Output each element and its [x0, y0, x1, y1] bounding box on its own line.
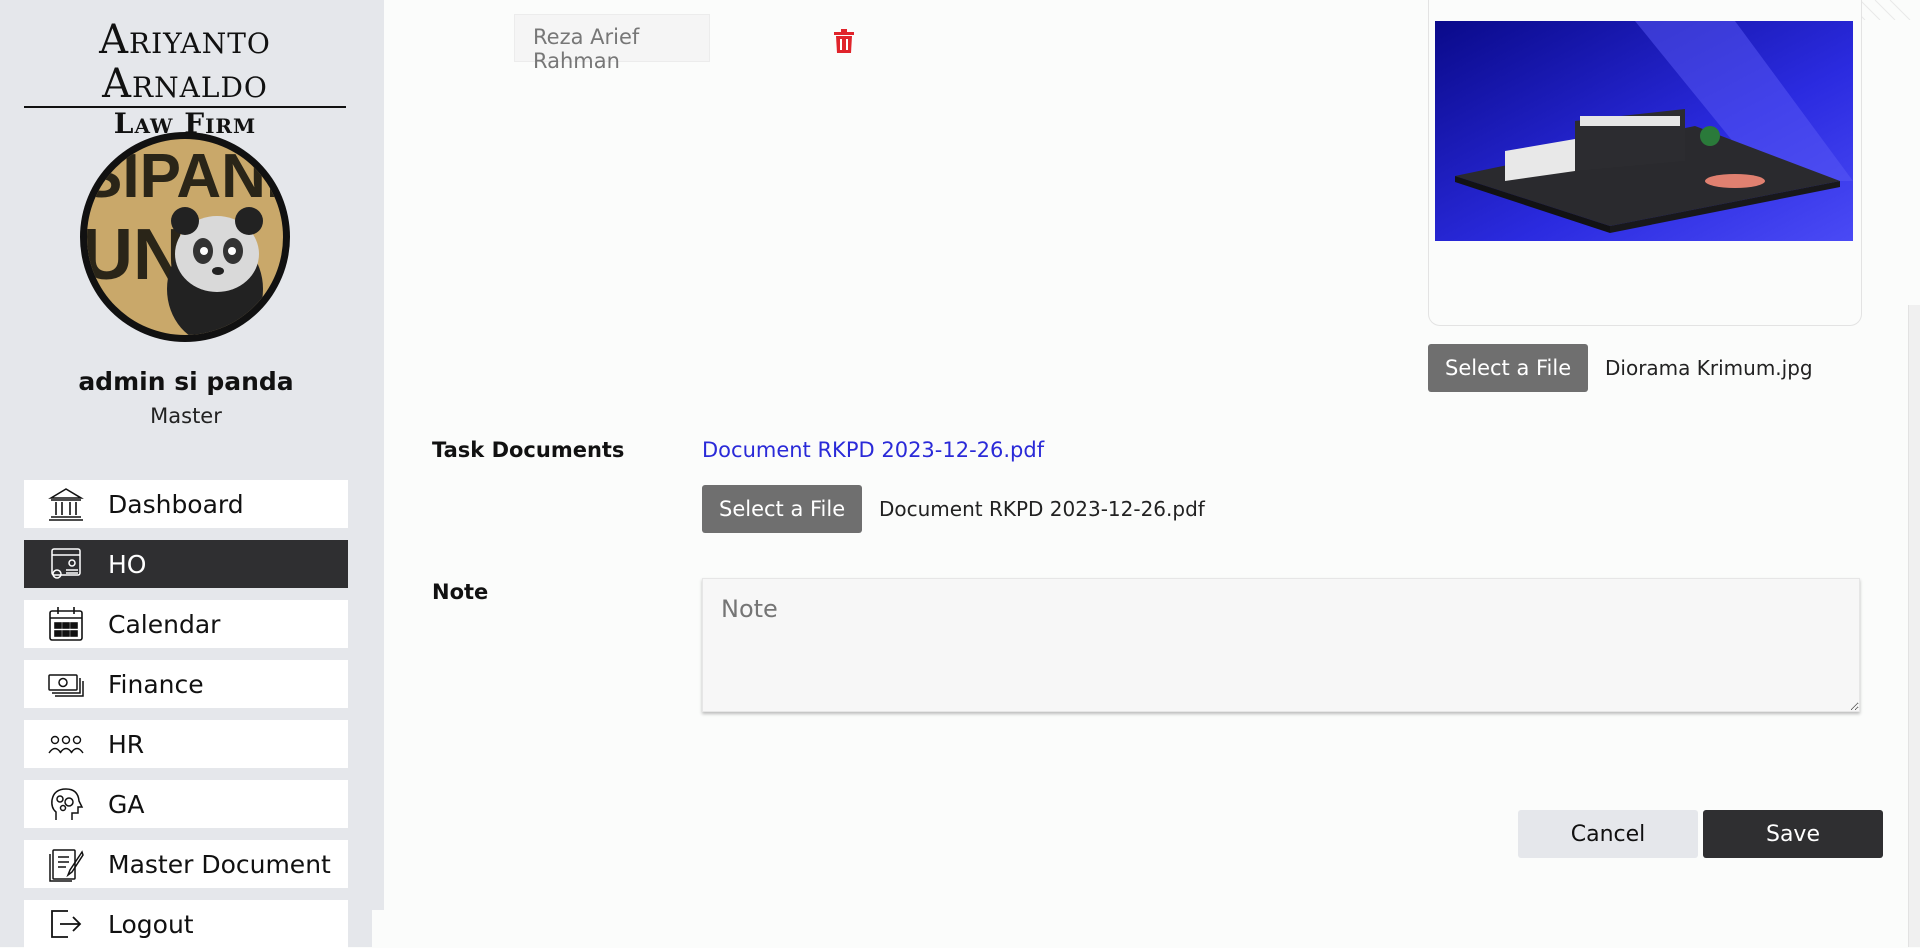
scrollbar[interactable] [1908, 305, 1920, 947]
people-icon [46, 724, 86, 764]
sidebar-item-logout[interactable]: Logout [24, 900, 348, 948]
head-gears-icon [46, 784, 86, 824]
task-document-link[interactable]: Document RKPD 2023-12-26.pdf [702, 438, 1044, 462]
image-preview [1435, 21, 1853, 241]
sidebar-item-label: HO [108, 549, 147, 579]
sidebar-item-finance[interactable]: Finance [24, 660, 348, 708]
select-document-file-button[interactable]: Select a File [702, 485, 863, 533]
sidebar-item-label: GA [108, 789, 145, 819]
logout-icon [46, 904, 86, 944]
image-file-name: Diorama Krimum.jpg [1605, 356, 1813, 380]
sidebar-item-dashboard[interactable]: Dashboard [24, 480, 348, 528]
sidebar-item-master-document[interactable]: Master Document [24, 840, 348, 888]
sidebar-item-label: Calendar [108, 609, 221, 639]
sidebar-item-label: Logout [108, 909, 194, 939]
brand-name: Ariyanto Arnaldo [24, 18, 346, 108]
assignee-field[interactable]: Reza Arief Rahman [514, 14, 710, 73]
office-settings-icon [46, 544, 86, 584]
trash-icon[interactable] [834, 29, 854, 53]
money-icon [46, 664, 86, 704]
sidebar-item-label: HR [108, 729, 145, 759]
sidebar-item-label: Finance [108, 669, 204, 699]
bank-icon [46, 484, 86, 524]
sidebar: Ariyanto Arnaldo Law Firm SIPANDA UNIK a… [0, 0, 372, 948]
document-edit-icon [46, 844, 86, 884]
sidebar-edge [372, 0, 384, 910]
avatar: SIPANDA UNIK [80, 132, 290, 342]
task-documents-label: Task Documents [432, 438, 625, 462]
note-field[interactable] [702, 578, 1860, 712]
document-file-name: Document RKPD 2023-12-26.pdf [879, 497, 1205, 521]
sidebar-item-hr[interactable]: HR [24, 720, 348, 768]
note-label: Note [432, 580, 489, 604]
sidebar-item-ho[interactable]: HO [24, 540, 348, 588]
cancel-button[interactable]: Cancel [1518, 810, 1698, 858]
user-role: Master [150, 404, 222, 428]
brand-logo: Ariyanto Arnaldo Law Firm [24, 18, 346, 140]
select-image-file-button[interactable]: Select a File [1428, 344, 1589, 392]
sidebar-item-label: Master Document [108, 849, 331, 879]
user-name: admin si panda [78, 367, 294, 396]
calendar-icon [46, 604, 86, 644]
save-button[interactable]: Save [1703, 810, 1883, 858]
sidebar-item-calendar[interactable]: Calendar [24, 600, 348, 648]
sidebar-item-ga[interactable]: GA [24, 780, 348, 828]
svg-text:SIPANDA: SIPANDA [87, 142, 283, 211]
sidebar-item-label: Dashboard [108, 489, 244, 519]
